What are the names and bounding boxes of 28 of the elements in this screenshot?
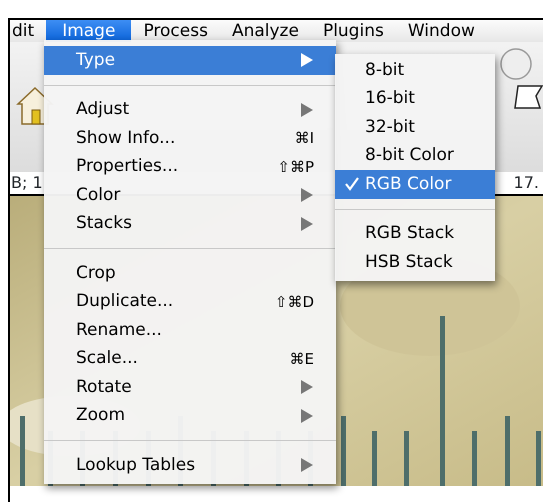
menu-item[interactable]: Properties... ⇧⌘P	[44, 152, 336, 181]
menu-item[interactable]: Scale... ⌘E	[44, 344, 336, 373]
menu-bar-item[interactable]: Plugins	[310, 20, 396, 42]
menu-item[interactable]: Lookup Tables	[44, 451, 336, 480]
menu-bar-item[interactable]: dit	[10, 20, 46, 42]
menu-item[interactable]: Crop	[44, 259, 336, 288]
status-text: 17.	[514, 172, 539, 194]
menu-item[interactable]: Show Info... ⌘I	[44, 124, 336, 152]
menu-item[interactable]: Adjust	[44, 96, 336, 124]
menu-bar-item[interactable]: Window	[396, 20, 487, 42]
menu-item[interactable]: 8-bit Color	[335, 142, 495, 170]
menu-item[interactable]: RGB Stack	[335, 220, 495, 248]
menu-item[interactable]: HSB Stack	[335, 248, 495, 276]
menu-item[interactable]: RGB Color	[335, 170, 495, 198]
menu-bar-item[interactable]: Process	[131, 20, 220, 42]
status-text: B; 1	[11, 172, 43, 194]
menu-item[interactable]: 16-bit	[335, 84, 495, 113]
menu-item[interactable]: 8-bit	[335, 56, 495, 84]
menu-item[interactable]: Type	[44, 46, 336, 74]
menu-item[interactable]: Rename...	[44, 316, 336, 344]
menu-item[interactable]: Rotate	[44, 373, 336, 402]
menu-item[interactable]: Color	[44, 181, 336, 210]
menu-item[interactable]: Zoom	[44, 402, 336, 430]
menu-item[interactable]: 32-bit	[335, 113, 495, 142]
menu-item[interactable]: Stacks	[44, 210, 336, 238]
menu-bar-item[interactable]: Analyze	[220, 20, 311, 42]
menu-bar-item[interactable]: Image	[46, 20, 132, 42]
menu-item[interactable]: Duplicate... ⇧⌘D	[44, 288, 336, 316]
